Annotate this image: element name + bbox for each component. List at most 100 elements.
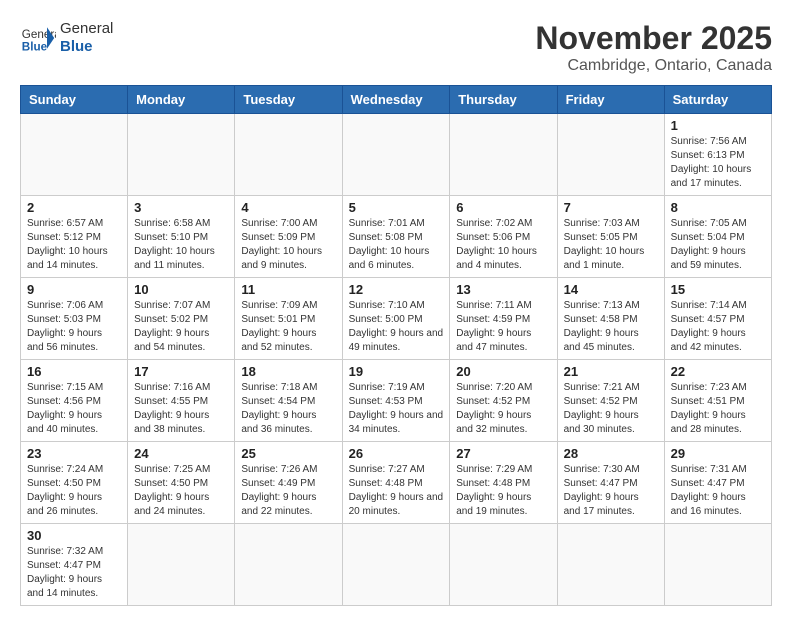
day-number: 1 [671, 118, 765, 133]
day-info: Sunrise: 7:18 AM Sunset: 4:54 PM Dayligh… [241, 381, 335, 437]
calendar-cell [557, 114, 664, 196]
day-number: 3 [134, 200, 228, 215]
calendar-cell: 4Sunrise: 7:00 AM Sunset: 5:09 PM Daylig… [235, 196, 342, 278]
weekday-header-saturday: Saturday [664, 86, 771, 114]
day-info: Sunrise: 7:21 AM Sunset: 4:52 PM Dayligh… [564, 381, 658, 437]
calendar-cell: 15 Sunrise: 7:14 AM Sunset: 4:57 PM Dayli… [664, 278, 771, 360]
calendar-cell: 13Sunrise: 7:11 AM Sunset: 4:59 PM Dayli… [450, 278, 557, 360]
calendar-cell: 25 Sunrise: 7:26 AM Sunset: 4:49 PM Dayli… [235, 442, 342, 524]
calendar-cell: 2Sunrise: 6:57 AM Sunset: 5:12 PM Daylig… [21, 196, 128, 278]
calendar-cell: 21 Sunrise: 7:21 AM Sunset: 4:52 PM Dayli… [557, 360, 664, 442]
calendar-cell: 20 Sunrise: 7:20 AM Sunset: 4:52 PM Dayli… [450, 360, 557, 442]
day-info: Sunrise: 7:20 AM Sunset: 4:52 PM Dayligh… [456, 381, 550, 437]
day-number: 6 [456, 200, 550, 215]
calendar-cell: 3 Sunrise: 6:58 AM Sunset: 5:10 PM Daylig… [128, 196, 235, 278]
logo-general: General [60, 20, 113, 38]
weekday-header-wednesday: Wednesday [342, 86, 450, 114]
calendar-cell: 17Sunrise: 7:16 AM Sunset: 4:55 PM Dayli… [128, 360, 235, 442]
day-number: 28 [564, 446, 658, 461]
day-info: Sunrise: 7:13 AM Sunset: 4:58 PM Dayligh… [564, 299, 658, 355]
day-number: 22 [671, 364, 765, 379]
calendar-week-row: 2Sunrise: 6:57 AM Sunset: 5:12 PM Daylig… [21, 196, 772, 278]
calendar-week-row: 16 Sunrise: 7:15 AM Sunset: 4:56 PM Dayli… [21, 360, 772, 442]
day-info: Sunrise: 7:14 AM Sunset: 4:57 PM Dayligh… [671, 299, 765, 355]
calendar-cell: 23Sunrise: 7:24 AM Sunset: 4:50 PM Dayli… [21, 442, 128, 524]
day-number: 11 [241, 282, 335, 297]
calendar-cell [235, 114, 342, 196]
calendar-cell: 22Sunrise: 7:23 AM Sunset: 4:51 PM Dayli… [664, 360, 771, 442]
calendar-cell: 30Sunrise: 7:32 AM Sunset: 4:47 PM Dayli… [21, 524, 128, 606]
calendar-week-row: 9Sunrise: 7:06 AM Sunset: 5:03 PM Daylig… [21, 278, 772, 360]
page-header: General Blue General Blue November 2025 … [20, 20, 772, 75]
day-info: Sunrise: 7:15 AM Sunset: 4:56 PM Dayligh… [27, 381, 121, 437]
day-number: 14 [564, 282, 658, 297]
weekday-header-tuesday: Tuesday [235, 86, 342, 114]
calendar-cell [128, 114, 235, 196]
day-number: 25 [241, 446, 335, 461]
calendar-cell: 1 Sunrise: 7:56 AM Sunset: 6:13 PM Daylig… [664, 114, 771, 196]
day-number: 20 [456, 364, 550, 379]
calendar-cell: 9Sunrise: 7:06 AM Sunset: 5:03 PM Daylig… [21, 278, 128, 360]
calendar-cell: 7Sunrise: 7:03 AM Sunset: 5:05 PM Daylig… [557, 196, 664, 278]
calendar-cell: 14 Sunrise: 7:13 AM Sunset: 4:58 PM Dayli… [557, 278, 664, 360]
day-number: 16 [27, 364, 121, 379]
day-number: 18 [241, 364, 335, 379]
calendar-cell: 19 Sunrise: 7:19 AM Sunset: 4:53 PM Dayli… [342, 360, 450, 442]
calendar-cell [664, 524, 771, 606]
weekday-header-sunday: Sunday [21, 86, 128, 114]
calendar-cell [342, 524, 450, 606]
calendar-cell: 27 Sunrise: 7:29 AM Sunset: 4:48 PM Dayli… [450, 442, 557, 524]
day-number: 10 [134, 282, 228, 297]
calendar-cell: 24Sunrise: 7:25 AM Sunset: 4:50 PM Dayli… [128, 442, 235, 524]
location-title: Cambridge, Ontario, Canada [535, 57, 772, 75]
calendar-cell: 6 Sunrise: 7:02 AM Sunset: 5:06 PM Daylig… [450, 196, 557, 278]
calendar-cell [128, 524, 235, 606]
calendar-cell [21, 114, 128, 196]
calendar-cell [450, 114, 557, 196]
calendar-cell [450, 524, 557, 606]
day-number: 29 [671, 446, 765, 461]
calendar-cell: 5Sunrise: 7:01 AM Sunset: 5:08 PM Daylig… [342, 196, 450, 278]
day-info: Sunrise: 7:02 AM Sunset: 5:06 PM Dayligh… [456, 217, 550, 273]
day-info: Sunrise: 7:10 AM Sunset: 5:00 PM Dayligh… [349, 299, 444, 355]
day-info: Sunrise: 7:29 AM Sunset: 4:48 PM Dayligh… [456, 463, 550, 519]
day-info: Sunrise: 7:00 AM Sunset: 5:09 PM Dayligh… [241, 217, 335, 273]
calendar-cell [235, 524, 342, 606]
day-number: 7 [564, 200, 658, 215]
calendar-table: SundayMondayTuesdayWednesdayThursdayFrid… [20, 85, 772, 606]
day-number: 21 [564, 364, 658, 379]
calendar-cell: 10 Sunrise: 7:07 AM Sunset: 5:02 PM Dayli… [128, 278, 235, 360]
month-title: November 2025 [535, 20, 772, 57]
day-info: Sunrise: 7:07 AM Sunset: 5:02 PM Dayligh… [134, 299, 228, 355]
day-info: Sunrise: 6:58 AM Sunset: 5:10 PM Dayligh… [134, 217, 228, 273]
logo-blue: Blue [60, 38, 113, 56]
calendar-cell: 28Sunrise: 7:30 AM Sunset: 4:47 PM Dayli… [557, 442, 664, 524]
day-number: 19 [349, 364, 444, 379]
day-number: 27 [456, 446, 550, 461]
day-info: Sunrise: 7:27 AM Sunset: 4:48 PM Dayligh… [349, 463, 444, 519]
calendar-cell: 16 Sunrise: 7:15 AM Sunset: 4:56 PM Dayli… [21, 360, 128, 442]
day-number: 23 [27, 446, 121, 461]
day-info: Sunrise: 7:56 AM Sunset: 6:13 PM Dayligh… [671, 135, 765, 191]
calendar-week-row: 30Sunrise: 7:32 AM Sunset: 4:47 PM Dayli… [21, 524, 772, 606]
weekday-header-monday: Monday [128, 86, 235, 114]
day-number: 2 [27, 200, 121, 215]
day-info: Sunrise: 7:16 AM Sunset: 4:55 PM Dayligh… [134, 381, 228, 437]
day-info: Sunrise: 7:26 AM Sunset: 4:49 PM Dayligh… [241, 463, 335, 519]
calendar-week-row: 23Sunrise: 7:24 AM Sunset: 4:50 PM Dayli… [21, 442, 772, 524]
calendar-cell: 8Sunrise: 7:05 AM Sunset: 5:04 PM Daylig… [664, 196, 771, 278]
title-area: November 2025 Cambridge, Ontario, Canada [535, 20, 772, 75]
day-info: Sunrise: 7:05 AM Sunset: 5:04 PM Dayligh… [671, 217, 765, 273]
day-info: Sunrise: 7:32 AM Sunset: 4:47 PM Dayligh… [27, 545, 121, 601]
weekday-header-thursday: Thursday [450, 86, 557, 114]
calendar-cell: 29Sunrise: 7:31 AM Sunset: 4:47 PM Dayli… [664, 442, 771, 524]
day-number: 15 [671, 282, 765, 297]
calendar-cell: 26Sunrise: 7:27 AM Sunset: 4:48 PM Dayli… [342, 442, 450, 524]
calendar-week-row: 1 Sunrise: 7:56 AM Sunset: 6:13 PM Daylig… [21, 114, 772, 196]
day-info: Sunrise: 7:19 AM Sunset: 4:53 PM Dayligh… [349, 381, 444, 437]
svg-text:Blue: Blue [22, 41, 48, 54]
calendar-cell [557, 524, 664, 606]
day-info: Sunrise: 7:01 AM Sunset: 5:08 PM Dayligh… [349, 217, 444, 273]
calendar-cell [342, 114, 450, 196]
calendar-cell: 18 Sunrise: 7:18 AM Sunset: 4:54 PM Dayli… [235, 360, 342, 442]
